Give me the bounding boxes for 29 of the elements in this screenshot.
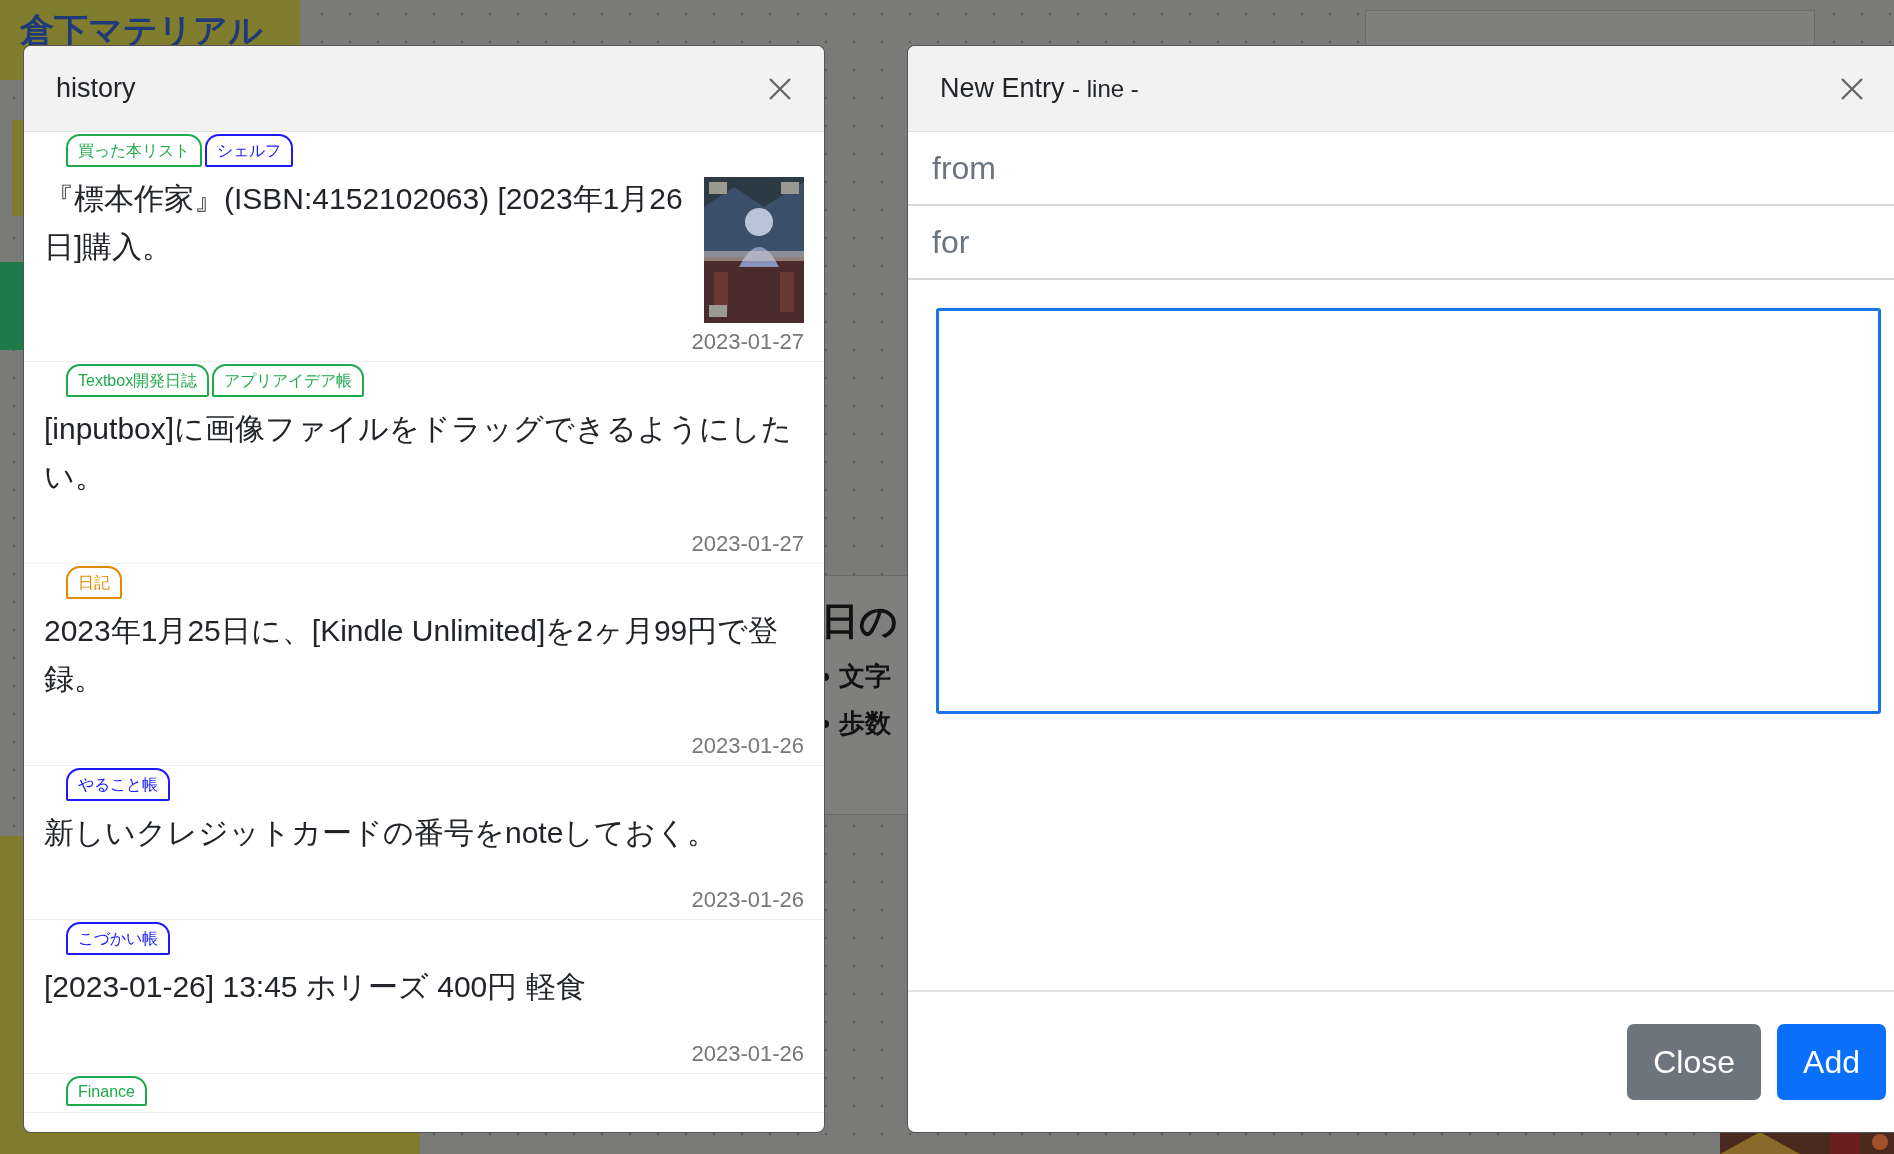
entry-text: 2023年1月25日に、[Kindle Unlimited]を2ヶ月99円で登録。 (44, 613, 780, 697)
dialog-title: history (56, 73, 136, 104)
entry-text: 『標本作家』(ISBN:4152102063) [2023年1月26日]購入。 (44, 181, 684, 265)
add-button[interactable]: Add (1777, 1024, 1886, 1100)
entry-date: 2023-01-27 (691, 329, 804, 355)
tag-label[interactable]: Textbox開発日誌 (66, 364, 210, 397)
entry-text: [inputbox]に画像ファイルをドラッグできるようにしたい。 (44, 411, 794, 495)
close-button[interactable]: Close (1627, 1024, 1762, 1100)
entry-date: 2023-01-26 (691, 887, 804, 913)
card-item: 歩数 (839, 707, 891, 740)
close-icon (768, 76, 792, 101)
tag-label[interactable]: アプリアイデア帳 (212, 364, 365, 397)
board-title: 倉下マテリアル (20, 10, 263, 51)
tag-label[interactable]: 日記 (66, 566, 122, 599)
entry-text: 新しいクレジットカードの番号をnoteしておく。 (44, 815, 719, 851)
tag-label[interactable]: やること帳 (66, 768, 170, 801)
tag-label[interactable]: 買った本リスト (66, 134, 202, 167)
entry-date: 2023-01-26 (691, 733, 804, 759)
dialog-title: New Entry - line - (940, 73, 1139, 104)
tag-label[interactable]: シェルフ (205, 134, 293, 167)
card-heading: 日の (821, 599, 899, 644)
entry-textarea[interactable] (936, 308, 1881, 714)
entry-text: [2023-01-26] 13:45 ホリーズ 400円 軽食 (44, 969, 587, 1005)
card-item: 文字 (839, 660, 891, 693)
close-icon (1840, 76, 1864, 101)
tag-label[interactable]: Finance (66, 1076, 147, 1106)
tag-label[interactable]: こづかい帳 (66, 922, 170, 955)
entry-date: 2023-01-27 (691, 531, 804, 557)
entry-date: 2023-01-26 (691, 1041, 804, 1067)
